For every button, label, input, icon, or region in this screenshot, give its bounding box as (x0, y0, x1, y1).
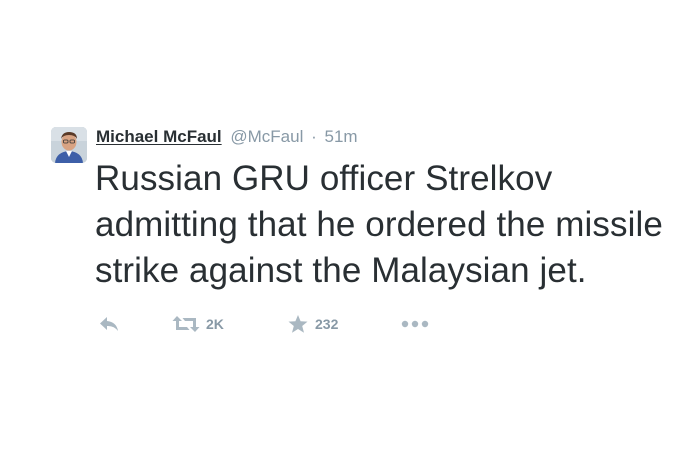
tweet-text-line: strike against the Malaysian jet. (95, 251, 587, 290)
favorite-button[interactable]: 232 (287, 312, 338, 336)
more-button[interactable] (400, 312, 430, 336)
reply-icon (100, 317, 118, 331)
retweet-count: 2K (206, 316, 224, 332)
reply-button[interactable] (98, 312, 120, 336)
tweet-header: Michael McFaul @McFaul · 51m (96, 126, 358, 148)
profile-photo-icon (51, 127, 87, 163)
tweet-text-line: admitting that he ordered the missile (95, 205, 663, 244)
tweet-text-line: Russian GRU officer Strelkov (95, 159, 553, 198)
more-dots-icon (401, 320, 429, 328)
tweet-text: Russian GRU officer Strelkov admitting t… (95, 156, 700, 294)
retweet-icon (172, 316, 200, 332)
display-name[interactable]: Michael McFaul (96, 127, 222, 146)
screen-name[interactable]: @McFaul (230, 127, 303, 146)
timestamp[interactable]: 51m (325, 127, 358, 146)
star-icon (288, 315, 308, 333)
favorite-count: 232 (315, 316, 339, 332)
separator-dot: · (311, 127, 317, 146)
retweet-button[interactable]: 2K (172, 312, 224, 336)
avatar[interactable] (51, 127, 87, 163)
tweet: Michael McFaul @McFaul · 51m Russian GRU… (0, 0, 700, 465)
